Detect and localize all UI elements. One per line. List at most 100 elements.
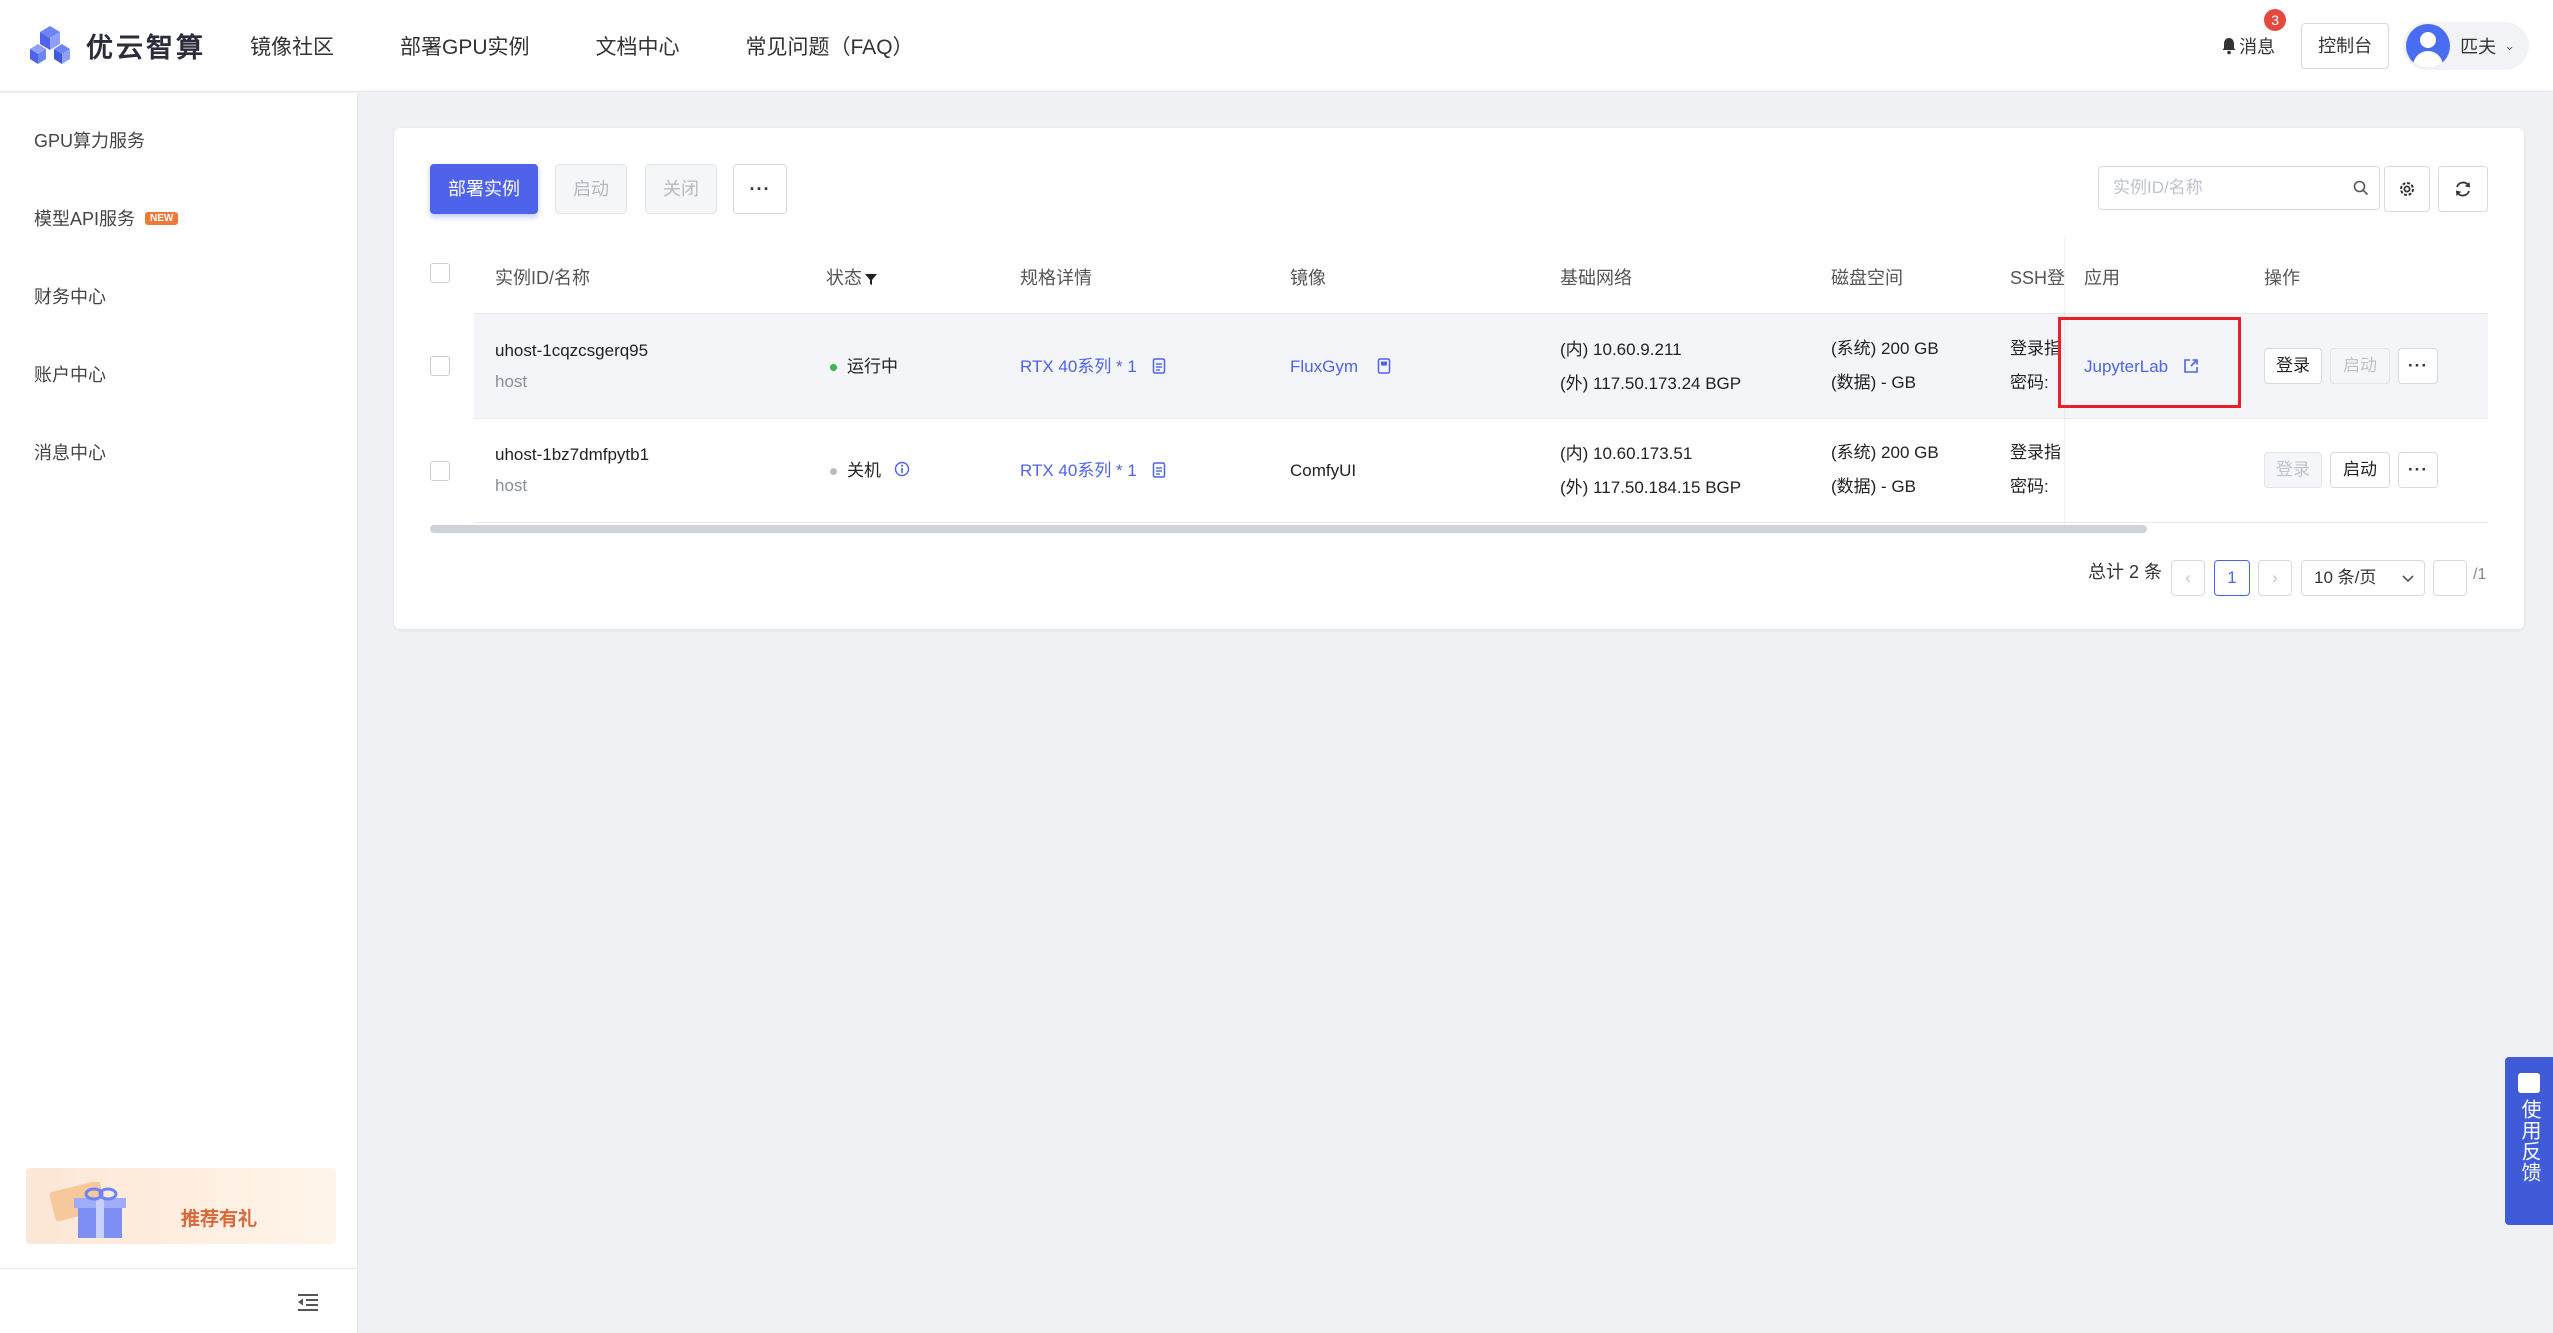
login-button[interactable]: 登录 [2264,452,2322,488]
search-box[interactable] [2098,166,2380,210]
status-text: 关机 [847,461,881,480]
spec-link[interactable]: RTX 40系列 * 1 [1020,357,1137,376]
sidebar-item-model-api[interactable]: 模型API服务 NEW [34,205,179,231]
instance-type: host [495,476,528,495]
spec-cell[interactable]: RTX 40系列 * 1 [1020,454,1166,488]
table-row[interactable] [474,419,2488,523]
image-link[interactable]: FluxGym [1290,357,1358,376]
sidebar-item-label: 消息中心 [34,443,106,463]
chevron-down-icon [2402,575,2414,583]
column-header-id: 实例ID/名称 [495,268,591,288]
column-header-network: 基础网络 [1560,268,1632,288]
row-start-button[interactable]: 启动 [2330,452,2390,488]
logo-text: 优云智算 [86,33,206,63]
row-checkbox[interactable] [430,356,450,376]
messages-label: 消息 [2239,37,2276,57]
user-menu[interactable]: 匹夫 ⌄ [2403,22,2529,70]
gift-icon [49,1182,126,1238]
row-more-button[interactable]: ··· [2398,452,2438,488]
start-button[interactable]: 启动 [555,164,627,214]
next-page-button[interactable]: › [2258,560,2292,596]
user-name: 匹夫 [2460,37,2497,57]
more-actions-button[interactable]: ··· [733,164,787,214]
row-checkbox[interactable] [430,461,450,481]
page-size-value: 10 条/页 [2314,568,2377,587]
chevron-down-icon: ⌄ [2504,38,2515,53]
sidebar-item-messages[interactable]: 消息中心 [34,439,106,465]
page-size-select[interactable]: 10 条/页 [2301,560,2425,596]
sidebar-item-finance[interactable]: 财务中心 [34,283,106,309]
page-1-button[interactable]: 1 [2214,560,2250,596]
sidebar-item-label: 账户中心 [34,365,106,385]
new-badge: NEW [145,211,179,225]
document-icon[interactable] [1152,462,1166,478]
prev-page-button[interactable]: ‹ [2171,560,2205,596]
spec-cell[interactable]: RTX 40系列 * 1 [1020,350,1166,384]
ssh-login-command[interactable]: 登录指 [2010,332,2064,366]
feedback-tab[interactable]: 使用反馈 [2505,1057,2553,1225]
column-header-spec: 规格详情 [1020,268,1092,288]
main-nav: 镜像社区 部署GPU实例 文档中心 常见问题（FAQ） [250,31,980,61]
row-start-button[interactable]: 启动 [2330,348,2390,384]
status-cell: 关机 [830,454,910,488]
avatar [2406,24,2451,68]
jupyterlab-highlight-box [2058,317,2241,408]
info-icon[interactable] [894,461,910,477]
column-header-disk: 磁盘空间 [1831,268,1903,288]
column-header-ssh: SSH登 [2010,268,2066,288]
nav-deploy-gpu[interactable]: 部署GPU实例 [400,31,530,61]
sidebar-divider [0,1268,358,1269]
column-header-status[interactable]: 状态 [826,264,878,290]
row-more-button[interactable]: ··· [2398,348,2438,384]
select-all-checkbox[interactable] [430,263,450,283]
logo-icon [30,25,70,64]
feedback-label: 使用反馈 [2518,1099,2540,1183]
gear-icon [2400,182,2414,196]
search-input[interactable] [2099,167,2329,209]
instance-id[interactable]: uhost-1cqzcsgerq95 [495,334,648,368]
referral-promo-banner[interactable]: 推荐有礼 [26,1168,336,1244]
instance-id[interactable]: uhost-1bz7dmfpytb1 [495,438,649,472]
settings-button[interactable] [2384,166,2430,212]
ssh-password[interactable]: 密码: [2010,470,2064,504]
search-icon[interactable] [2353,180,2369,196]
nav-docs[interactable]: 文档中心 [596,31,680,61]
sidebar-item-account[interactable]: 账户中心 [34,361,106,387]
refresh-button[interactable] [2438,166,2488,212]
logo[interactable]: 优云智算 [28,24,206,68]
network-inner: (内) 10.60.9.211 [1560,340,1682,359]
console-button[interactable]: 控制台 [2301,23,2390,69]
stop-button[interactable]: 关闭 [645,164,717,214]
filter-icon[interactable] [864,272,878,286]
nav-faq[interactable]: 常见问题（FAQ） [746,31,914,61]
sidebar-item-label: 财务中心 [34,287,106,307]
collapse-sidebar-icon[interactable] [296,1292,320,1312]
login-button[interactable]: 登录 [2264,348,2322,384]
column-header-actions: 操作 [2264,268,2300,288]
ssh-password[interactable]: 密码: [2010,366,2064,400]
spec-link[interactable]: RTX 40系列 * 1 [1020,461,1137,480]
deploy-instance-button[interactable]: 部署实例 [430,164,538,214]
row-divider [474,522,2488,523]
sidebar-item-label: 模型API服务 [34,209,136,229]
image-name: ComfyUI [1290,461,1357,480]
column-header-app: 应用 [2084,268,2120,288]
disk-system: (系统) 200 GB [1831,339,1939,358]
status-cell: 运行中 [830,350,898,384]
sidebar-item-gpu-service[interactable]: GPU算力服务 [34,127,145,153]
horizontal-scrollbar[interactable] [430,525,2147,533]
nav-image-community[interactable]: 镜像社区 [250,31,334,61]
ssh-login-command[interactable]: 登录指 [2010,436,2064,470]
network-inner: (内) 10.60.173.51 [1560,444,1693,463]
total-pages: /1 [2473,566,2487,583]
status-running-dot [830,364,837,372]
total-count: 总计 2 条 [2088,562,2163,582]
messages-count-badge: 3 [2264,9,2287,31]
image-cell[interactable]: FluxGym [1290,350,1391,384]
page-jump-input[interactable] [2433,560,2467,596]
status-stopped-dot [830,468,837,476]
bell-icon [2222,38,2236,55]
messages-button[interactable]: 消息 3 [2221,9,2287,59]
document-icon[interactable] [1152,358,1166,374]
book-icon[interactable] [1377,358,1391,374]
